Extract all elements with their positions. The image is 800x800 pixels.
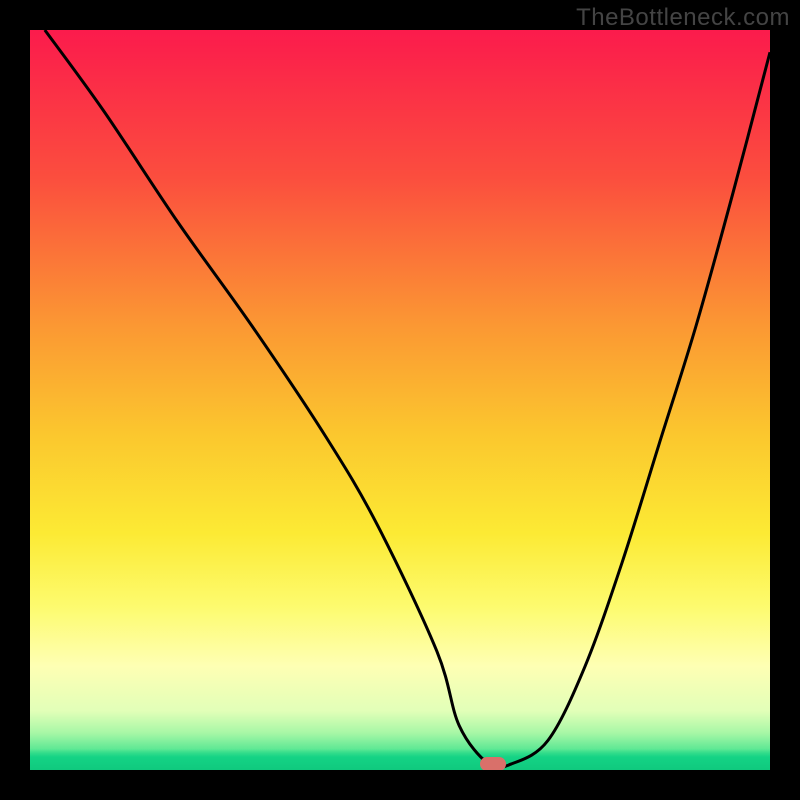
plot-area	[30, 30, 770, 770]
chart-frame: TheBottleneck.com	[0, 0, 800, 800]
curve-svg	[30, 30, 770, 770]
optimal-point-marker	[480, 757, 506, 770]
watermark-text: TheBottleneck.com	[576, 4, 790, 32]
bottleneck-curve-path	[45, 30, 770, 768]
